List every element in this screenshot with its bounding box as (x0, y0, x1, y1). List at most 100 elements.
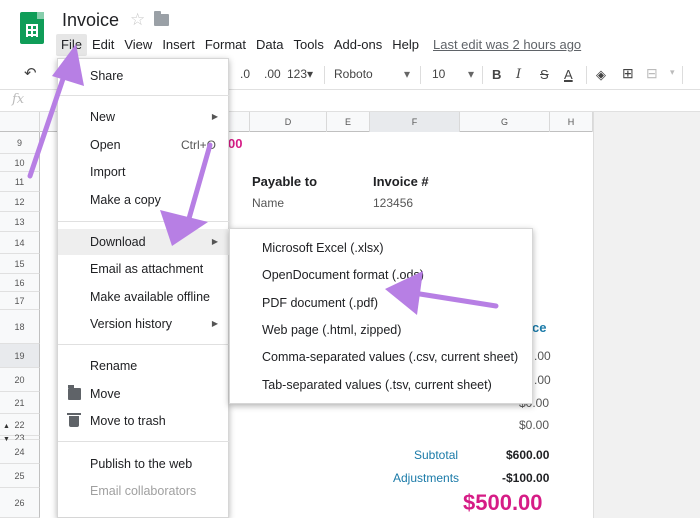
row-header[interactable]: 26 (0, 488, 40, 518)
download-xlsx[interactable]: Microsoft Excel (.xlsx) (230, 235, 534, 262)
invoice-number-label: Invoice # (373, 174, 429, 189)
column-header-d[interactable]: D (250, 112, 327, 132)
menu-view[interactable]: View (119, 34, 157, 56)
row-header[interactable]: 13 (0, 212, 40, 232)
row-header[interactable]: 24 (0, 440, 40, 464)
download-csv[interactable]: Comma-separated values (.csv, current sh… (230, 344, 534, 371)
hidden-rows-down-icon[interactable]: ▼ (3, 436, 10, 443)
last-edit-link[interactable]: Last edit was 2 hours ago (428, 34, 586, 56)
menu-item-publish[interactable]: Publish to the web (58, 451, 230, 477)
menu-divider (58, 221, 230, 222)
row-header[interactable]: 21 (0, 392, 40, 414)
submenu-arrow-icon: ▶ (211, 237, 218, 246)
font-dropdown[interactable]: Roboto (334, 67, 410, 81)
sheets-logo-icon[interactable] (20, 12, 44, 44)
adjustments-value: -$100.00 (502, 471, 550, 485)
menu-item-open[interactable]: Open Ctrl+O (58, 132, 230, 158)
menu-insert[interactable]: Insert (157, 34, 200, 56)
submenu-arrow-icon: ▶ (211, 112, 218, 121)
fill-color-icon[interactable]: ◈ (596, 67, 606, 83)
toolbar-divider (586, 66, 587, 84)
menu-item-share[interactable]: Share (58, 63, 230, 89)
subtotal-label: Subtotal (414, 448, 459, 462)
total-amount: $500.00 (463, 490, 543, 515)
menu-addons[interactable]: Add-ons (329, 34, 387, 56)
menu-item-import[interactable]: Import (58, 159, 230, 185)
bold-button[interactable]: B (492, 67, 501, 82)
menu-item-new[interactable]: New ▶ (58, 104, 230, 130)
increase-decimal-button[interactable]: .00 (264, 67, 281, 81)
row-header[interactable]: 25 (0, 464, 40, 488)
menu-item-make-offline[interactable]: Make available offline (58, 284, 230, 310)
menu-bar: File Edit View Insert Format Data Tools … (56, 34, 586, 56)
folder-icon[interactable] (154, 11, 169, 26)
column-header[interactable] (230, 112, 250, 132)
menu-tools[interactable]: Tools (288, 34, 328, 56)
row-header[interactable]: 9 (0, 132, 40, 154)
total-due-fragment: 00 (228, 136, 243, 151)
submenu-arrow-icon: ▶ (211, 319, 218, 328)
menu-data[interactable]: Data (251, 34, 288, 56)
undo-icon[interactable]: ↶ (24, 64, 37, 82)
decrease-decimal-button[interactable]: .0 (240, 67, 250, 81)
toolbar-divider (420, 66, 421, 84)
row-header[interactable]: 17 (0, 292, 40, 310)
number-format-label: 123 (287, 67, 308, 81)
column-header-f[interactable]: F (370, 112, 460, 132)
borders-icon[interactable]: ⊞ (622, 65, 634, 82)
text-color-button[interactable]: A (564, 67, 573, 82)
menu-item-make-copy[interactable]: Make a copy (58, 187, 230, 213)
menu-item-move[interactable]: Move (58, 381, 230, 407)
download-pdf[interactable]: PDF document (.pdf) (230, 290, 534, 317)
menu-item-version-history[interactable]: Version history ▶ (58, 311, 230, 337)
fx-icon: fx (12, 92, 25, 107)
adjustments-label: Adjustments (393, 471, 460, 485)
column-header-g[interactable]: G (460, 112, 550, 132)
chevron-down-icon[interactable]: ▾ (670, 67, 675, 78)
menu-divider (58, 344, 230, 345)
download-submenu: Microsoft Excel (.xlsx) OpenDocument for… (229, 228, 533, 404)
column-header-e[interactable]: E (327, 112, 370, 132)
download-html[interactable]: Web page (.html, zipped) (230, 317, 534, 344)
number-format-dropdown[interactable]: 123▾ (287, 67, 313, 81)
select-all-corner[interactable] (0, 112, 40, 132)
app-header: Invoice ☆ File Edit View Insert Format D… (0, 0, 700, 58)
hidden-rows-up-icon[interactable]: ▲ (3, 423, 10, 430)
merge-cells-icon[interactable]: ⊟ (646, 65, 658, 82)
folder-icon (68, 385, 81, 400)
menu-divider (58, 95, 230, 96)
file-menu: Share New ▶ Open Ctrl+O Import Make a copy… (57, 58, 230, 518)
trash-icon (67, 413, 81, 427)
menu-item-label: New (90, 110, 116, 124)
menu-format[interactable]: Format (200, 34, 251, 56)
download-tsv[interactable]: Tab-separated values (.tsv, current shee… (230, 372, 534, 399)
row-header[interactable]: 20 (0, 368, 40, 392)
document-title[interactable]: Invoice (62, 10, 119, 31)
menu-item-rename[interactable]: Rename (58, 353, 230, 379)
row-header[interactable]: 19 (0, 344, 40, 368)
menu-item-label: Open (90, 138, 121, 152)
column-header-h[interactable]: H (550, 112, 593, 132)
open-shortcut: Ctrl+O (180, 138, 216, 152)
star-icon[interactable]: ☆ (130, 10, 145, 30)
row-header[interactable]: 18 (0, 310, 40, 344)
menu-file[interactable]: File (56, 34, 87, 56)
strikethrough-button[interactable]: S (540, 67, 549, 82)
row-header[interactable]: 16 (0, 274, 40, 292)
chevron-down-icon: ▾ (307, 67, 314, 81)
row-header[interactable]: 10 (0, 154, 40, 172)
menu-item-email-attachment[interactable]: Email as attachment (58, 256, 230, 282)
menu-help[interactable]: Help (387, 34, 424, 56)
row-header[interactable]: 15 (0, 254, 40, 274)
menu-item-download[interactable]: Download ▶ (58, 229, 230, 255)
font-size-dropdown[interactable]: 10 (432, 67, 474, 81)
toolbar-divider (482, 66, 483, 84)
italic-button[interactable]: I (516, 67, 521, 82)
menu-item-move-to-trash[interactable]: Move to trash (58, 408, 230, 434)
row-header[interactable]: 12 (0, 192, 40, 212)
download-ods[interactable]: OpenDocument format (.ods) (230, 262, 534, 289)
menu-edit[interactable]: Edit (87, 34, 119, 56)
row-header[interactable]: 14 (0, 232, 40, 254)
row-header[interactable]: 11 (0, 172, 40, 192)
menu-item-label: Move to trash (90, 414, 166, 428)
